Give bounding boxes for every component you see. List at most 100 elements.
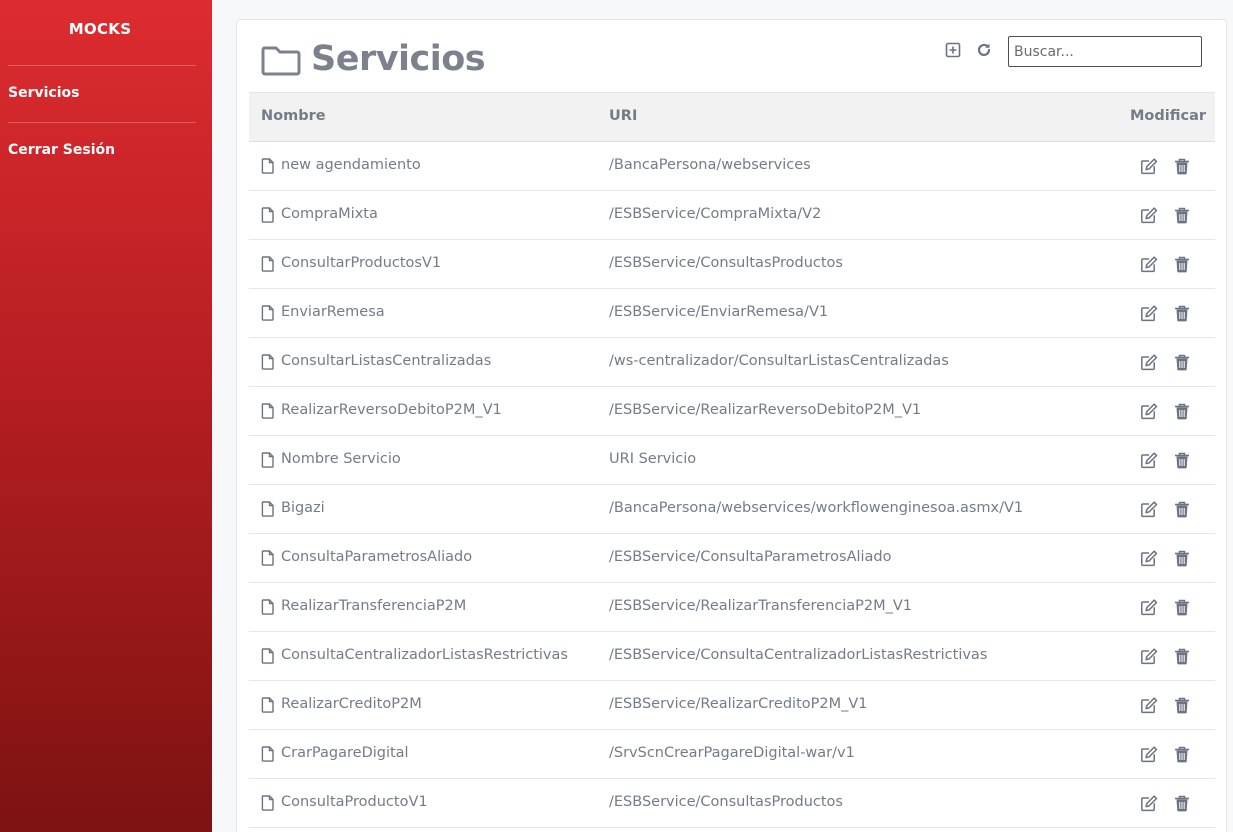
edit-button[interactable] [1140, 158, 1158, 179]
table-row[interactable]: RealizarCreditoP2M /ESBService/RealizarC… [249, 681, 1215, 730]
table-header: Nombre URI Modificar [249, 92, 1215, 142]
service-name: Nombre Servicio [281, 451, 401, 467]
brand-logo: MOCKS [68, 20, 132, 38]
trash-icon [1175, 599, 1189, 616]
edit-button[interactable] [1140, 403, 1158, 424]
table-body: new agendamiento /BancaPersona/webservic… [249, 142, 1215, 828]
delete-button[interactable] [1174, 648, 1190, 669]
service-name: new agendamiento [281, 157, 421, 173]
trash-icon [1175, 452, 1189, 469]
edit-button[interactable] [1140, 354, 1158, 375]
folder-icon [261, 43, 301, 77]
service-name: ConsultaProductoV1 [281, 794, 428, 810]
table-row[interactable]: ConsultarListasCentralizadas /ws-central… [249, 338, 1215, 387]
delete-button[interactable] [1174, 256, 1190, 277]
file-icon [261, 795, 275, 815]
sidebar-divider [8, 65, 196, 66]
service-name: RealizarReversoDebitoP2M_V1 [281, 402, 502, 418]
table-row[interactable]: ConsultaParametrosAliado /ESBService/Con… [249, 534, 1215, 583]
page-header: Servicios [261, 39, 486, 79]
plus-square-icon [945, 42, 961, 58]
service-uri: /ESBService/ConsultasProductos [609, 794, 843, 810]
delete-button[interactable] [1174, 403, 1190, 424]
edit-button[interactable] [1140, 207, 1158, 228]
table-row[interactable]: RealizarTransferenciaP2M /ESBService/Rea… [249, 583, 1215, 632]
edit-icon [1141, 697, 1158, 714]
service-uri: /SrvScnCrearPagareDigital-war/v1 [609, 745, 855, 761]
table-row[interactable]: ConsultarProductosV1 /ESBService/Consult… [249, 240, 1215, 289]
column-header-modificar: Modificar [1130, 108, 1207, 124]
service-uri: /BancaPersona/webservices/workflowengine… [609, 500, 1024, 516]
edit-button[interactable] [1140, 550, 1158, 571]
column-header-uri: URI [609, 108, 638, 124]
edit-icon [1141, 403, 1158, 420]
table-row[interactable]: EnviarRemesa /ESBService/EnviarRemesa/V1 [249, 289, 1215, 338]
edit-button[interactable] [1140, 501, 1158, 522]
trash-icon [1175, 207, 1189, 224]
delete-button[interactable] [1174, 795, 1190, 816]
delete-button[interactable] [1174, 354, 1190, 375]
file-icon [261, 158, 275, 178]
edit-icon [1141, 599, 1158, 616]
refresh-button[interactable] [975, 41, 993, 59]
service-uri: /ESBService/ConsultasProductos [609, 255, 843, 271]
add-service-button[interactable] [944, 41, 962, 59]
service-name: CompraMixta [281, 206, 378, 222]
table-row[interactable]: RealizarReversoDebitoP2M_V1 /ESBService/… [249, 387, 1215, 436]
file-icon [261, 452, 275, 472]
table-row[interactable]: CrarPagareDigital /SrvScnCrearPagareDigi… [249, 730, 1215, 779]
edit-icon [1141, 648, 1158, 665]
file-icon [261, 207, 275, 227]
service-uri: URI Servicio [609, 451, 697, 467]
edit-button[interactable] [1140, 795, 1158, 816]
service-uri: /ESBService/RealizarTransferenciaP2M_V1 [609, 598, 913, 614]
file-icon [261, 746, 275, 766]
table-row[interactable]: ConsultaCentralizadorListasRestrictivas … [249, 632, 1215, 681]
trash-icon [1175, 158, 1189, 175]
delete-button[interactable] [1174, 501, 1190, 522]
delete-button[interactable] [1174, 550, 1190, 571]
delete-button[interactable] [1174, 746, 1190, 767]
table-row[interactable]: CompraMixta /ESBService/CompraMixta/V2 [249, 191, 1215, 240]
delete-button[interactable] [1174, 452, 1190, 473]
sidebar: MOCKS Servicios Cerrar Sesión [0, 0, 212, 832]
service-uri: /BancaPersona/webservices [609, 157, 811, 173]
edit-button[interactable] [1140, 452, 1158, 473]
service-uri: /ESBService/CompraMixta/V2 [609, 206, 822, 222]
page-title: Servicios [311, 39, 486, 79]
edit-button[interactable] [1140, 648, 1158, 669]
service-name: EnviarRemesa [281, 304, 385, 320]
trash-icon [1175, 354, 1189, 371]
edit-icon [1141, 795, 1158, 812]
search-input[interactable] [1008, 36, 1202, 67]
edit-icon [1141, 354, 1158, 371]
edit-button[interactable] [1140, 599, 1158, 620]
trash-icon [1175, 697, 1189, 714]
edit-button[interactable] [1140, 746, 1158, 767]
delete-button[interactable] [1174, 305, 1190, 326]
trash-icon [1175, 403, 1189, 420]
sidebar-divider [8, 122, 196, 123]
sidebar-item-servicios[interactable]: Servicios [8, 85, 79, 101]
edit-button[interactable] [1140, 305, 1158, 326]
edit-button[interactable] [1140, 256, 1158, 277]
edit-icon [1141, 501, 1158, 518]
delete-button[interactable] [1174, 207, 1190, 228]
edit-button[interactable] [1140, 697, 1158, 718]
service-uri: /ESBService/EnviarRemesa/V1 [609, 304, 829, 320]
file-icon [261, 648, 275, 668]
delete-button[interactable] [1174, 599, 1190, 620]
table-row[interactable]: Bigazi /BancaPersona/webservices/workflo… [249, 485, 1215, 534]
sidebar-item-cerrar-sesion[interactable]: Cerrar Sesión [8, 142, 115, 158]
service-name: ConsultarListasCentralizadas [281, 353, 492, 369]
service-name: CrarPagareDigital [281, 745, 409, 761]
edit-icon [1141, 550, 1158, 567]
table-row[interactable]: ConsultaProductoV1 /ESBService/Consultas… [249, 779, 1215, 828]
delete-button[interactable] [1174, 158, 1190, 179]
table-row[interactable]: new agendamiento /BancaPersona/webservic… [249, 142, 1215, 191]
delete-button[interactable] [1174, 697, 1190, 718]
service-name: RealizarCreditoP2M [281, 696, 422, 712]
table-row[interactable]: Nombre Servicio URI Servicio [249, 436, 1215, 485]
refresh-icon [977, 43, 991, 57]
edit-icon [1141, 746, 1158, 763]
